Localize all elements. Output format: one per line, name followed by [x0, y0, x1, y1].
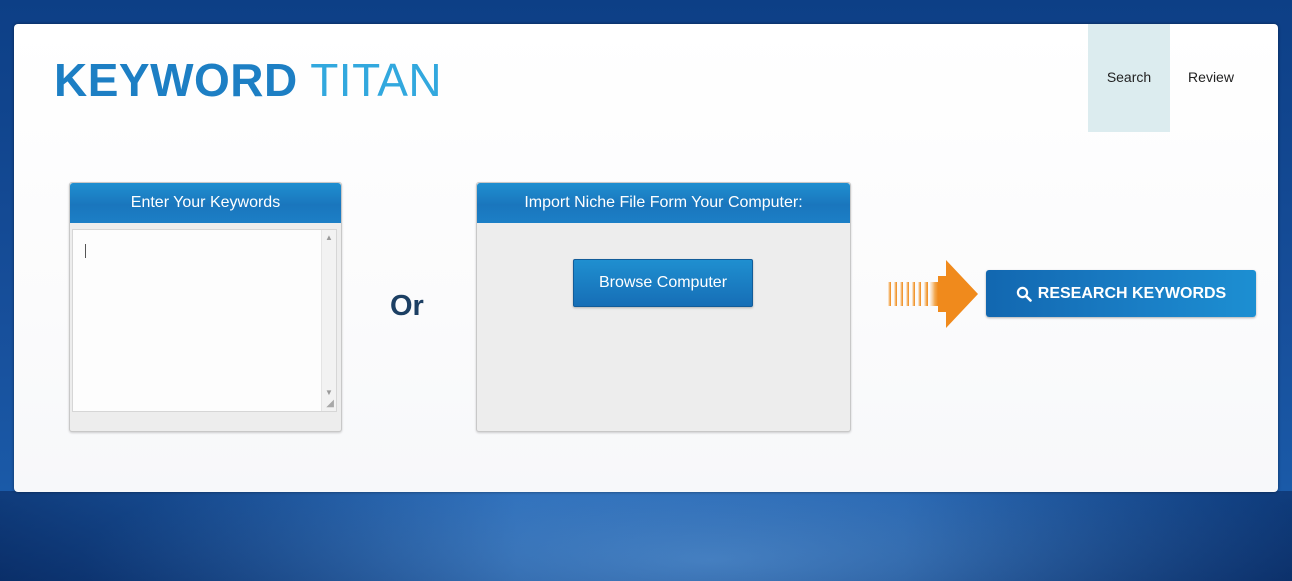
resize-grip-icon[interactable]: ◢: [326, 399, 334, 409]
logo-bold-text: KEYWORD: [54, 54, 298, 106]
nav-tab-search[interactable]: Search: [1088, 24, 1170, 132]
keywords-panel-header: Enter Your Keywords: [70, 183, 341, 223]
app-window: KEYWORD TITAN Search Review Enter Your K…: [14, 24, 1278, 492]
scroll-down-icon[interactable]: ▼: [322, 388, 336, 397]
keywords-scrollbar[interactable]: ▲ ▼: [321, 230, 336, 411]
search-icon: [1016, 286, 1032, 302]
desktop-background: [0, 491, 1292, 581]
logo-light-text: TITAN: [310, 54, 443, 106]
orange-right-arrow-icon: [886, 258, 978, 330]
nav-tab-review[interactable]: Review: [1170, 24, 1252, 132]
research-keywords-button[interactable]: RESEARCH KEYWORDS: [986, 270, 1256, 317]
import-panel: Import Niche File Form Your Computer: Br…: [476, 182, 851, 432]
or-separator: Or: [390, 290, 424, 322]
keywords-textarea[interactable]: ▲ ▼ ◢: [72, 229, 337, 412]
app-logo: KEYWORD TITAN: [54, 54, 442, 106]
import-panel-header: Import Niche File Form Your Computer:: [477, 183, 850, 223]
scroll-up-icon[interactable]: ▲: [322, 233, 336, 242]
text-caret: [85, 244, 86, 258]
browse-computer-button[interactable]: Browse Computer: [573, 259, 753, 307]
top-nav: Search Review: [1088, 24, 1252, 132]
keywords-panel: Enter Your Keywords ▲ ▼ ◢: [69, 182, 342, 432]
research-keywords-label: RESEARCH KEYWORDS: [1037, 284, 1227, 302]
